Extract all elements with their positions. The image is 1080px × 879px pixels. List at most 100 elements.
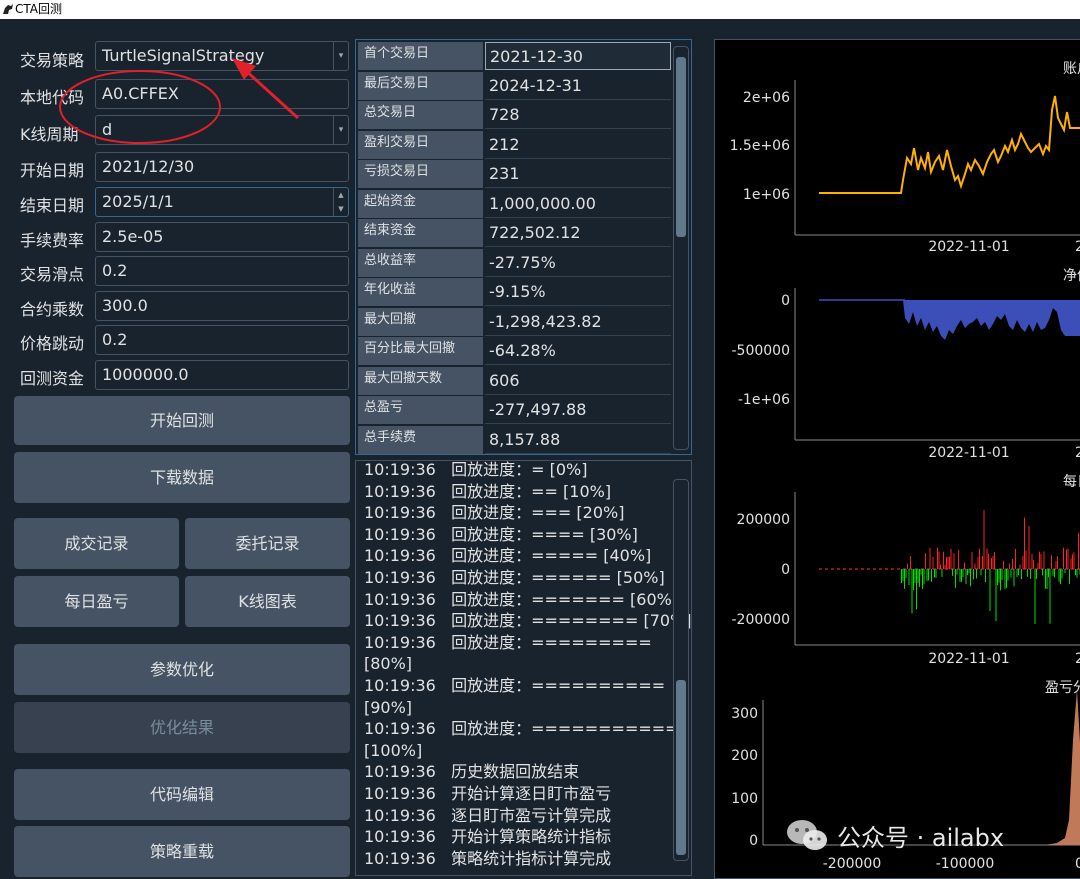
log-line: 10:19:36 回放进度：======= [60%] <box>364 589 679 609</box>
balance-line <box>819 95 1080 194</box>
scrollbar-thumb[interactable] <box>676 57 686 237</box>
stat-value[interactable]: 606 <box>485 367 671 395</box>
profit-bar <box>1015 548 1016 569</box>
profit-bar <box>925 553 926 569</box>
reload-strategy-button[interactable]: 策略重载 <box>14 826 350 877</box>
interval-select[interactable]: d ▾ <box>95 115 349 145</box>
size-input[interactable]: 300.0 <box>95 291 349 321</box>
stat-value[interactable]: -27.75% <box>485 249 671 277</box>
profit-bar <box>1078 532 1079 569</box>
log-scrollbar[interactable] <box>673 479 689 861</box>
loss-bar <box>1075 569 1076 576</box>
pricetick-value: 0.2 <box>102 330 128 349</box>
stat-value[interactable]: 1,000,000.00 <box>485 190 671 218</box>
drawdown-y-tick: -1e+06 <box>738 392 790 408</box>
chevron-down-icon[interactable]: ▾ <box>333 42 348 70</box>
loss-bar <box>998 569 1000 583</box>
symbol-input[interactable]: A0.CFFEX <box>95 79 349 109</box>
pnl-dist-x-tick: -100000 <box>936 856 995 872</box>
stat-value[interactable]: 212 <box>485 131 671 159</box>
start-date-value: 2021/12/30 <box>102 157 195 176</box>
loss-bar <box>1064 569 1066 574</box>
stat-value[interactable]: 2021-12-30 <box>485 42 671 70</box>
loss-bar <box>1046 569 1048 589</box>
capital-input[interactable]: 1000000.0 <box>95 360 349 390</box>
loss-bar <box>920 569 922 575</box>
charts-svg: 账户 2e+06 1.5e+06 1e+06 2022-11-01 2 净值 0… <box>730 60 1080 872</box>
end-date-label: 结束日期 <box>20 196 85 215</box>
loss-bar <box>922 569 923 589</box>
daily-pnl-chart-title: 每日 <box>1063 474 1080 490</box>
drawdown-area <box>903 300 1080 340</box>
start-backtest-button[interactable]: 开始回测 <box>14 396 350 445</box>
download-data-button[interactable]: 下载数据 <box>14 452 350 503</box>
profit-bar <box>1019 564 1021 569</box>
spin-up-icon[interactable]: ▲ <box>334 188 348 202</box>
log-line: 10:19:36 回放进度：=========== <box>364 719 679 739</box>
spin-down-icon[interactable]: ▼ <box>334 202 348 216</box>
profit-bar <box>953 553 955 569</box>
loss-bar <box>1036 569 1037 579</box>
code-edit-button[interactable]: 代码编辑 <box>14 769 350 820</box>
stat-value[interactable]: 8,157.88 <box>485 426 671 454</box>
loss-bar <box>997 569 998 586</box>
kline-chart-button[interactable]: K线图表 <box>185 576 350 627</box>
log-line: [80%] <box>364 654 413 674</box>
optimize-button[interactable]: 参数优化 <box>14 644 350 695</box>
loss-bar <box>980 569 982 576</box>
profit-bar <box>946 557 947 569</box>
profit-bar <box>964 562 965 569</box>
stat-value[interactable]: -64.28% <box>485 337 671 365</box>
stat-key: 总收益率 <box>358 248 483 277</box>
slippage-input[interactable]: 0.2 <box>95 256 349 286</box>
loss-bar <box>961 569 962 582</box>
size-label: 合约乘数 <box>20 300 85 319</box>
pnl-dist-x-tick: -200000 <box>823 856 882 872</box>
stat-value[interactable]: -9.15% <box>485 278 671 306</box>
log-line: 10:19:36 回放进度：= [0%] <box>364 460 588 479</box>
stat-key: 起始资金 <box>358 189 483 218</box>
drawdown-chart-title: 净值 <box>1063 268 1080 284</box>
log-line: 10:19:36 回放进度：======== [70%] <box>364 611 692 631</box>
order-records-button[interactable]: 委托记录 <box>185 518 350 569</box>
trade-records-button[interactable]: 成交记录 <box>14 518 179 569</box>
profit-bar <box>1003 560 1004 569</box>
optimize-result-button: 优化结果 <box>14 702 350 753</box>
loss-bar <box>928 569 929 581</box>
scrollbar-thumb[interactable] <box>676 680 686 855</box>
stat-value[interactable]: 231 <box>485 160 671 188</box>
loss-bar <box>968 569 970 574</box>
rate-input[interactable]: 2.5e-05 <box>95 222 349 252</box>
daily-pnl-bars <box>901 510 1080 624</box>
statistics-panel: 首个交易日 2021-12-30 最后交易日 2024-12-31 总交易日 728 盈利交… <box>355 39 692 455</box>
daily-pnl-x-tick: 2 <box>1075 651 1080 667</box>
loss-bar <box>941 569 943 577</box>
profit-bar <box>1031 553 1033 569</box>
profit-bar <box>1066 549 1067 569</box>
profit-bar <box>1057 556 1058 569</box>
pnl-dist-x-tick: 0 <box>1075 856 1080 872</box>
date-spinner[interactable]: ▲ ▼ <box>333 188 348 216</box>
stats-scrollbar[interactable] <box>673 46 689 450</box>
stat-value[interactable]: 2024-12-31 <box>485 72 671 100</box>
loss-bar <box>923 569 925 584</box>
daily-pnl-button[interactable]: 每日盈亏 <box>14 576 179 627</box>
pricetick-input[interactable]: 0.2 <box>95 325 349 355</box>
stat-value[interactable]: 728 <box>485 101 671 129</box>
start-date-input[interactable]: 2021/12/30 <box>95 152 349 182</box>
log-line: 10:19:36 逐日盯市盈亏计算完成 <box>364 805 612 825</box>
end-date-input[interactable]: 2025/1/1 ▲ ▼ <box>95 187 349 217</box>
strategy-select[interactable]: TurtleSignalStrategy ▾ <box>95 41 349 71</box>
stat-value[interactable]: -1,298,423.82 <box>485 308 671 336</box>
stat-value[interactable]: -277,497.88 <box>485 396 671 424</box>
pnl-dist-y-tick: 100 <box>731 791 758 807</box>
stat-value[interactable]: 722,502.12 <box>485 219 671 247</box>
log-panel: 10:19:36 回放进度：= [0%] 10:19:36 回放进度：== [10… <box>355 460 692 876</box>
log-line: 10:19:36 策略统计指标计算完成 <box>364 848 612 868</box>
chevron-down-icon[interactable]: ▾ <box>333 116 348 144</box>
pnl-dist-y-tick: 0 <box>749 833 758 849</box>
pnl-dist-chart-title: 盈亏分 <box>1045 680 1080 696</box>
profit-bar <box>1024 517 1025 569</box>
profit-bar <box>938 551 940 569</box>
loss-bar <box>1027 569 1028 577</box>
